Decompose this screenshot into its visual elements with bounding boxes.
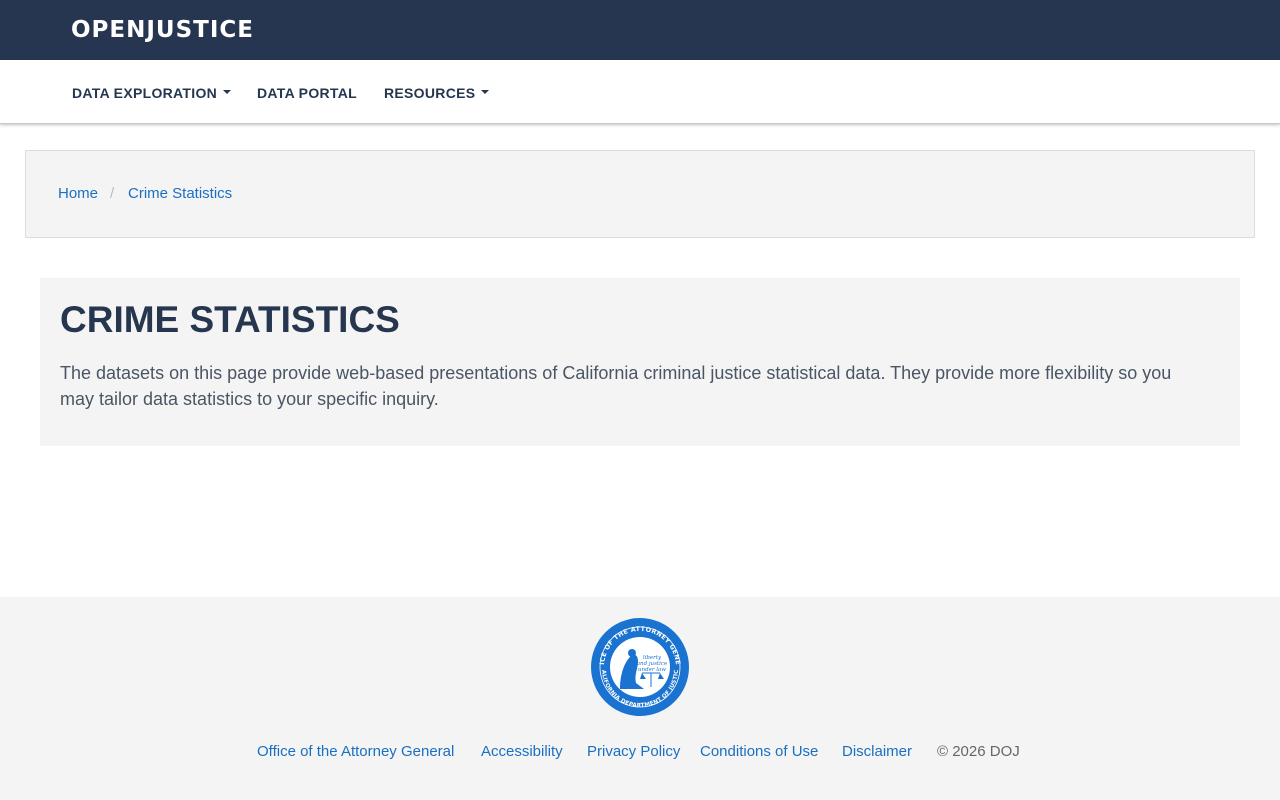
footer-link-disclaimer[interactable]: Disclaimer: [842, 742, 912, 762]
breadcrumb: Home / Crime Statistics: [25, 150, 1255, 238]
footer-link-privacy-policy[interactable]: Privacy Policy: [587, 742, 680, 762]
breadcrumb-crime-statistics[interactable]: Crime Statistics: [128, 184, 232, 204]
page-description: The datasets on this page provide web-ba…: [60, 363, 1172, 409]
main-nav: DATA EXPLORATION DATA PORTAL RESOURCES: [0, 60, 1280, 124]
breadcrumb-home[interactable]: Home: [58, 184, 98, 204]
footer-link-conditions-of-use[interactable]: Conditions of Use: [700, 742, 818, 762]
seal-motto-line3: under law: [638, 667, 666, 673]
footer-links: Office of the Attorney General Accessibi…: [0, 742, 1280, 762]
nav-data-exploration[interactable]: DATA EXPLORATION: [72, 84, 232, 102]
openjustice-logo[interactable]: OPENJUSTICE: [71, 16, 254, 44]
nav-resources-label: RESOURCES: [384, 85, 476, 101]
top-header: OPENJUSTICE: [0, 0, 1280, 60]
footer-copyright: © 2026 DOJ: [937, 743, 1020, 760]
footer-link-attorney-general[interactable]: Office of the Attorney General: [257, 742, 454, 762]
nav-data-portal-label: DATA PORTAL: [257, 85, 357, 101]
nav-data-portal[interactable]: DATA PORTAL: [257, 84, 357, 102]
nav-resources[interactable]: RESOURCES: [384, 84, 490, 102]
nav-data-exploration-label: DATA EXPLORATION: [72, 85, 218, 101]
caret-down-icon: [223, 90, 232, 95]
intro-panel: CRIME STATISTICS The datasets on this pa…: [40, 278, 1240, 446]
doj-seal-icon: OFFICE OF THE ATTORNEY GENERAL CALIFORNI…: [590, 617, 689, 716]
footer: OFFICE OF THE ATTORNEY GENERAL CALIFORNI…: [0, 597, 1280, 800]
page-title: CRIME STATISTICS: [60, 299, 400, 340]
breadcrumb-separator: /: [110, 185, 115, 202]
caret-down-icon: [481, 90, 490, 95]
footer-link-accessibility[interactable]: Accessibility: [481, 742, 563, 762]
